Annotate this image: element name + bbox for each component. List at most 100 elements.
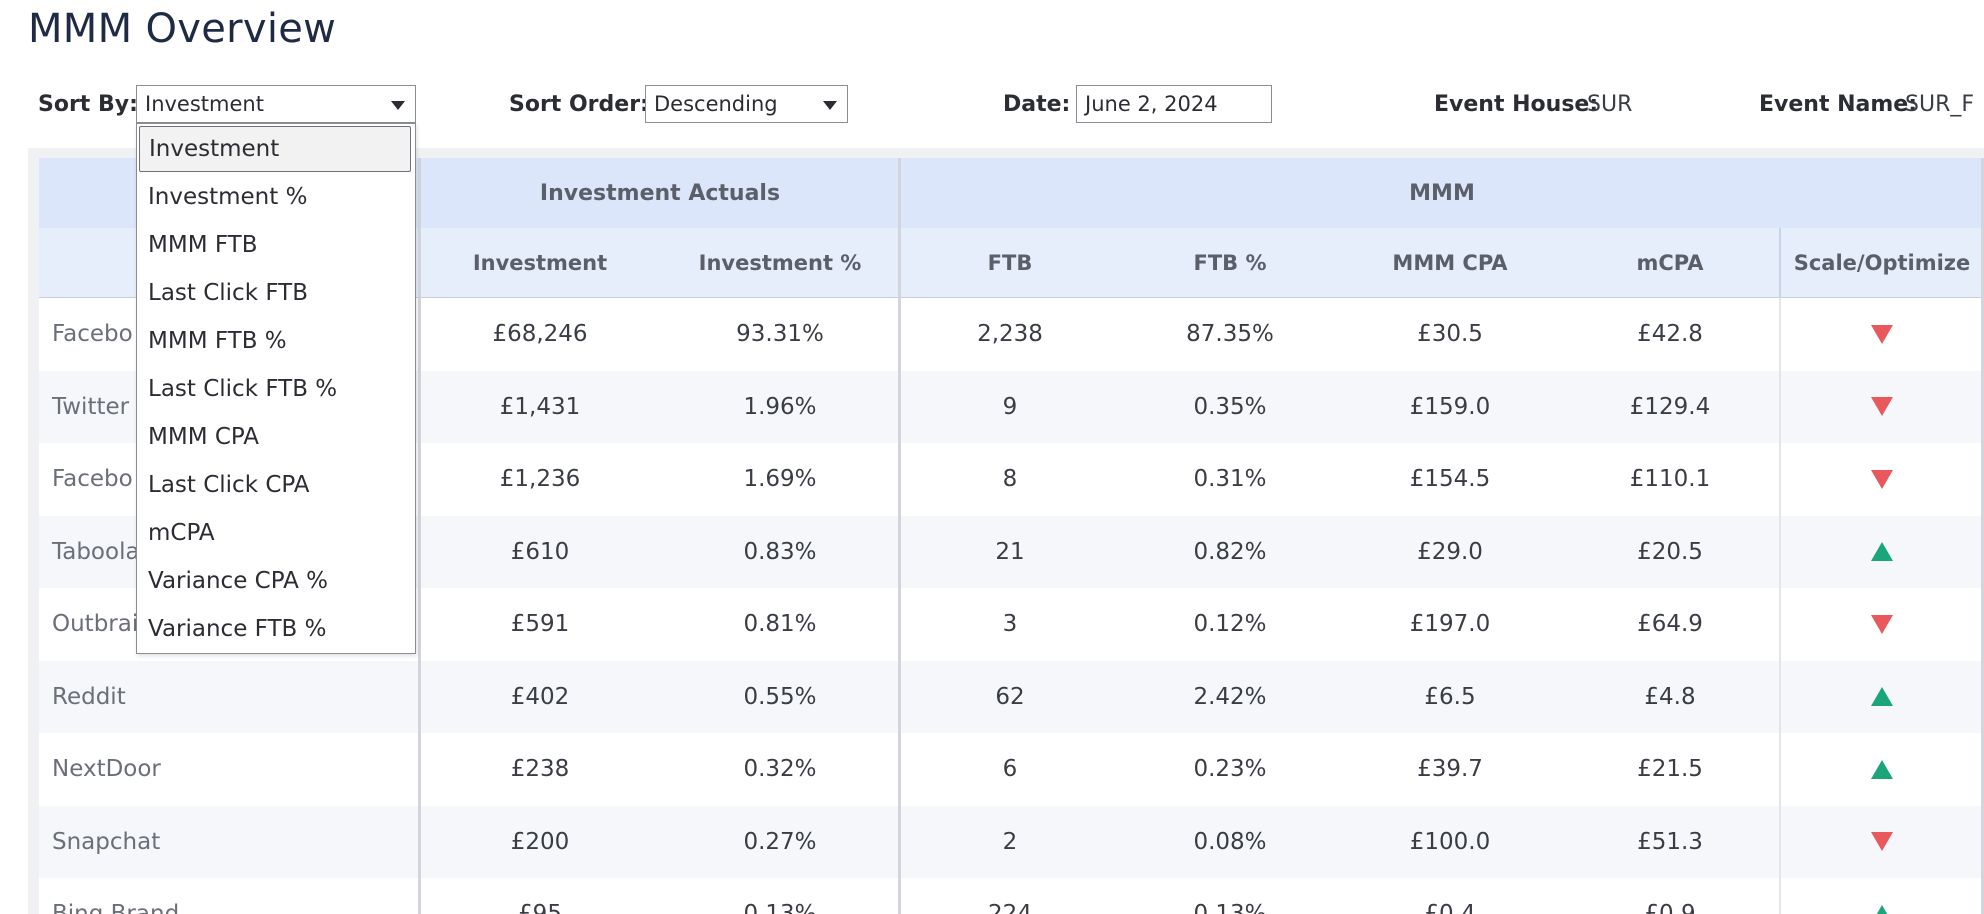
cell-ftb-pct: 0.35% [1193, 393, 1267, 420]
sort-by-label: Sort By: [38, 92, 138, 117]
sort-by-value: Investment [145, 92, 264, 116]
cell-ftb: 62 [995, 683, 1025, 710]
triangle-down-icon [1871, 397, 1893, 416]
cell-ftb-pct: 0.08% [1193, 828, 1267, 855]
cell-ftb: 9 [1002, 393, 1018, 420]
cell-ftb-pct: 0.12% [1193, 611, 1267, 637]
triangle-up-icon [1871, 904, 1893, 914]
sort-order-select[interactable]: Descending [645, 85, 848, 123]
column-divider [418, 158, 421, 914]
cell-ftb-pct: 0.31% [1193, 466, 1267, 492]
event-house-label: Event House: [1434, 92, 1599, 117]
header-col-investment-pct[interactable]: Investment % [660, 228, 900, 298]
column-divider [1779, 228, 1781, 298]
cell-ftb: 8 [1002, 466, 1018, 492]
dropdown-option[interactable]: Last Click CPA [139, 462, 411, 508]
triangle-up-icon [1871, 687, 1893, 706]
cell-mmm-cpa: £197.0 [1409, 611, 1491, 637]
dropdown-option[interactable]: Variance FTB % [139, 606, 411, 652]
header-col-ftb-pct[interactable]: FTB % [1120, 228, 1340, 298]
dropdown-option[interactable]: Investment % [139, 174, 411, 220]
cell-mcpa: £4.8 [1644, 683, 1696, 710]
cell-investment-pct: 0.81% [743, 611, 817, 637]
mmm-overview-page: MMM Overview Sort By: Investment Sort Or… [0, 0, 1984, 914]
cell-mcpa: £21.5 [1637, 756, 1703, 782]
cell-investment: £68,246 [492, 321, 588, 347]
cell-mcpa: £110.1 [1629, 466, 1711, 492]
sort-order-value: Descending [654, 92, 778, 116]
cell-ftb: 2 [1002, 828, 1018, 855]
table-row[interactable]: NextDoor £238 0.32% 6 0.23% £39.7 £21.5 [39, 733, 1984, 805]
header-group-mmm: MMM [900, 158, 1984, 228]
cell-scale-optimize [1780, 588, 1984, 660]
cell-scale-optimize [1780, 443, 1984, 515]
dropdown-option[interactable]: Last Click FTB % [139, 366, 411, 412]
dropdown-option[interactable]: Variance CPA % [139, 558, 411, 604]
sort-by-select[interactable]: Investment [136, 85, 416, 123]
triangle-up-icon [1871, 759, 1893, 779]
cell-ftb-pct: 0.82% [1193, 538, 1267, 565]
cell-mmm-cpa: £6.5 [1424, 683, 1476, 710]
cell-mmm-cpa: £159.0 [1409, 393, 1491, 420]
dropdown-option[interactable]: Last Click FTB [139, 270, 411, 316]
cell-scale-optimize [1780, 661, 1984, 733]
cell-scale-optimize [1780, 516, 1984, 588]
cell-investment-pct: 1.96% [743, 393, 817, 420]
header-col-scale-optimize[interactable]: Scale/Optimize [1780, 228, 1984, 298]
sort-order-label: Sort Order: [509, 92, 649, 117]
triangle-down-icon [1871, 832, 1893, 851]
cell-mmm-cpa: £100.0 [1409, 828, 1491, 855]
cell-investment-pct: 1.69% [743, 466, 817, 492]
cell-ftb-pct: 0.23% [1193, 756, 1267, 782]
cell-scale-optimize [1780, 733, 1984, 805]
header-col-investment[interactable]: Investment [420, 228, 660, 298]
cell-name: Snapchat [52, 828, 161, 855]
cell-mcpa: £51.3 [1637, 828, 1703, 855]
triangle-up-icon [1871, 542, 1893, 561]
cell-ftb-pct: 2.42% [1193, 683, 1267, 710]
cell-mmm-cpa: £39.7 [1417, 756, 1483, 782]
cell-investment: £200 [510, 828, 570, 855]
cell-mcpa: £20.5 [1637, 538, 1703, 565]
table-row[interactable]: Bing Brand £95 0.13% 224 0.13% £0.4 £0.9 [39, 878, 1984, 914]
cell-mmm-cpa: £154.5 [1409, 466, 1491, 492]
cell-name: Reddit [52, 683, 126, 710]
event-name-label: Event Name: [1759, 92, 1918, 117]
cell-name: Bing Brand [52, 901, 180, 914]
cell-investment: £591 [510, 611, 570, 637]
table-row[interactable]: Reddit £402 0.55% 62 2.42% £6.5 £4.8 [39, 660, 1984, 733]
table-row[interactable]: Snapchat £200 0.27% 2 0.08% £100.0 £51.3 [39, 805, 1984, 878]
header-col-mcpa[interactable]: mCPA [1560, 228, 1780, 298]
cell-mmm-cpa: £30.5 [1417, 321, 1483, 347]
cell-investment: £238 [510, 756, 570, 782]
triangle-down-icon [1871, 324, 1893, 344]
header-col-ftb[interactable]: FTB [900, 228, 1120, 298]
cell-ftb: 6 [1002, 756, 1018, 782]
cell-investment-pct: 0.83% [743, 538, 817, 565]
cell-ftb: 224 [988, 901, 1032, 914]
cell-mcpa: £129.4 [1629, 393, 1711, 420]
cell-investment-pct: 0.27% [743, 828, 817, 855]
dropdown-option[interactable]: mCPA [139, 510, 411, 556]
triangle-down-icon [1871, 469, 1893, 489]
cell-mcpa: £42.8 [1637, 321, 1703, 347]
dropdown-option[interactable]: MMM FTB % [139, 318, 411, 364]
dropdown-option[interactable]: MMM CPA [139, 414, 411, 460]
cell-mmm-cpa: £29.0 [1417, 538, 1483, 565]
cell-investment-pct: 0.13% [743, 901, 817, 914]
cell-investment: £610 [510, 538, 570, 565]
column-divider [1779, 298, 1781, 914]
cell-mcpa: £64.9 [1637, 611, 1703, 637]
triangle-down-icon [1871, 614, 1893, 634]
cell-scale-optimize [1780, 806, 1984, 878]
date-input[interactable]: June 2, 2024 [1076, 85, 1272, 123]
date-label: Date: [1003, 92, 1071, 117]
dropdown-option[interactable]: MMM FTB [139, 222, 411, 268]
cell-investment: £95 [518, 901, 562, 914]
header-group-investment-actuals: Investment Actuals [420, 158, 900, 228]
cell-investment: £402 [510, 683, 570, 710]
cell-ftb-pct: 87.35% [1186, 321, 1274, 347]
header-col-mmm-cpa[interactable]: MMM CPA [1340, 228, 1560, 298]
dropdown-option[interactable]: Investment [139, 126, 411, 172]
cell-investment: £1,236 [499, 466, 581, 492]
